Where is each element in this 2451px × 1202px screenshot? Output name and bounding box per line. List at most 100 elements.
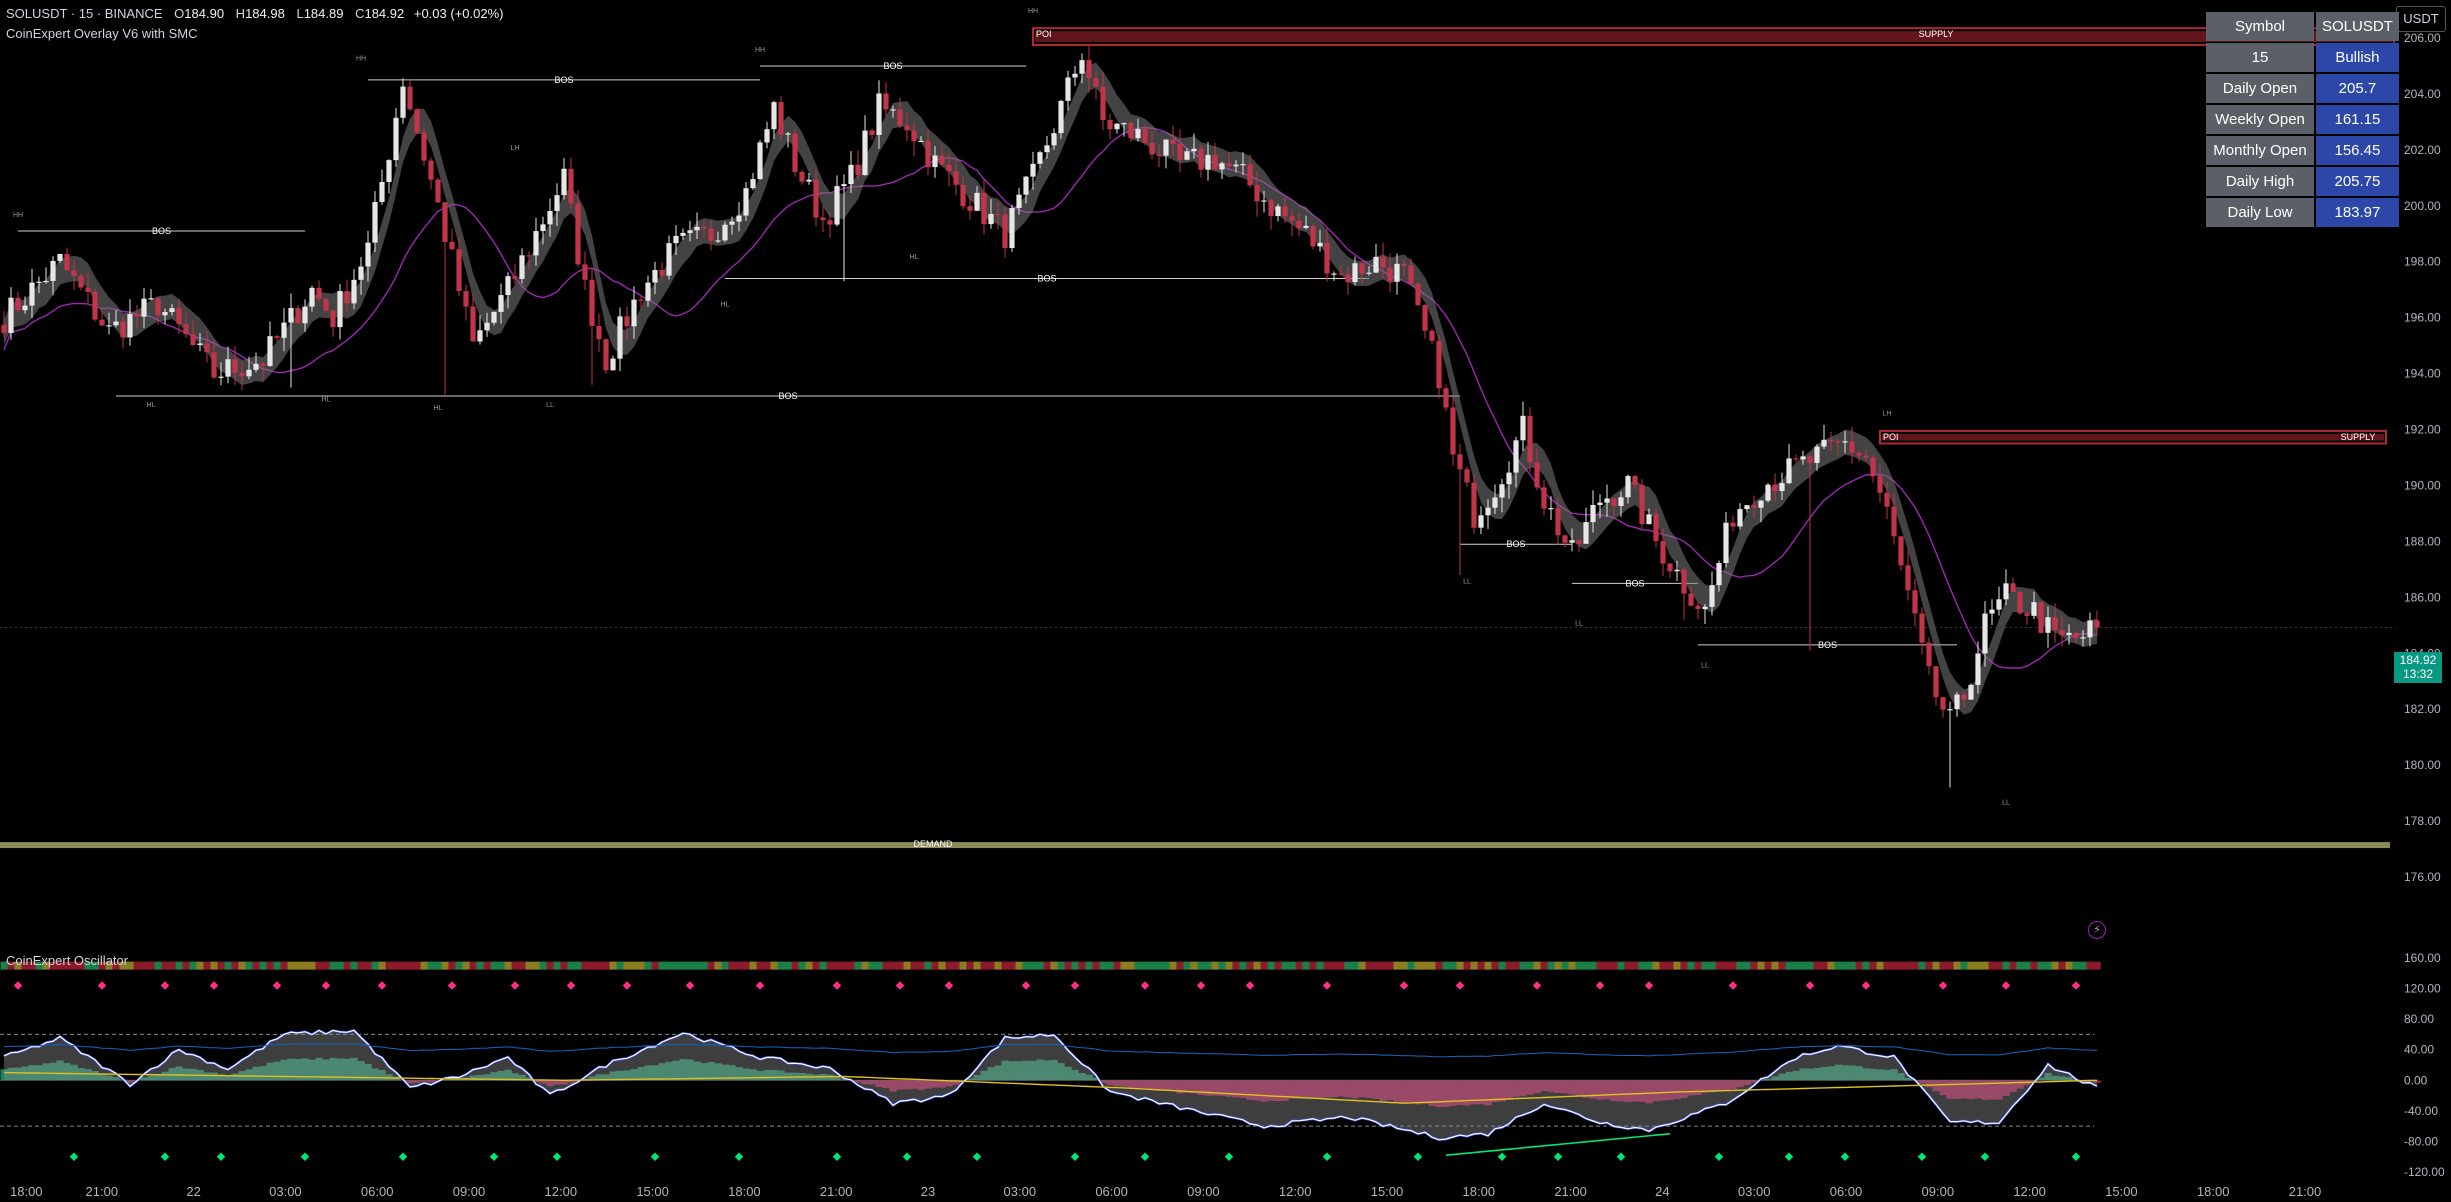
sell-signal-diamond (209, 981, 219, 990)
buy-signal-diamond (1840, 1152, 1850, 1161)
candle-down (1212, 154, 1218, 170)
candle-down (1870, 457, 1876, 477)
trend-state-cell (434, 961, 442, 970)
time-tick-label: 18:00 (10, 1184, 43, 1199)
candle-up (162, 312, 168, 316)
candle-down (428, 160, 434, 180)
candle-up (1968, 684, 1974, 700)
swing-label: HH (1028, 8, 1038, 15)
time-tick-label: 21:00 (2289, 1184, 2322, 1199)
candle-up (1065, 77, 1071, 101)
trend-state-cell (826, 961, 834, 970)
poi-label: POI (1883, 432, 1899, 442)
trend-state-cell (693, 961, 701, 970)
time-tick-label: 22 (186, 1184, 200, 1199)
candle-up (1625, 476, 1631, 498)
trend-state-cell (308, 961, 316, 970)
candle-down (134, 313, 140, 317)
trend-state-cell (1512, 961, 1520, 970)
sell-signal-diamond (447, 981, 457, 990)
trend-state-cell (1176, 961, 1184, 970)
trend-state-cell (2044, 961, 2052, 970)
candle-down (1107, 120, 1113, 130)
bos-label: BOS (778, 391, 797, 401)
swing-label: HL (147, 402, 156, 409)
sell-signal-diamond (1021, 981, 1031, 990)
trend-state-cell (1939, 961, 1947, 970)
trend-state-cell (1267, 961, 1275, 970)
trend-state-cell (1211, 961, 1219, 970)
candle-up (1618, 497, 1624, 506)
buy-signal-diamond (160, 1152, 170, 1161)
trend-state-cell (1190, 961, 1198, 970)
trend-state-cell (525, 961, 533, 970)
candle-up (715, 240, 721, 242)
sell-signal-diamond (1861, 981, 1871, 990)
candle-up (106, 325, 112, 327)
candle-down (946, 164, 952, 172)
candle-up (1744, 505, 1750, 510)
candle-up (806, 179, 812, 182)
candle-down (1527, 415, 1533, 463)
candle-up (1513, 440, 1519, 473)
candle-up (1499, 484, 1505, 498)
low-value: 184.89 (303, 6, 344, 21)
bos-label: BOS (152, 226, 171, 236)
candle-down (260, 363, 266, 366)
trend-state-cell (882, 961, 890, 970)
candle-down (1170, 139, 1176, 144)
candle-down (442, 202, 448, 242)
candle-down (2059, 630, 2065, 636)
trend-state-cell (1015, 961, 1023, 970)
trend-state-cell (1631, 961, 1639, 970)
candle-down (183, 324, 189, 335)
candle-up (1233, 164, 1239, 167)
trend-state-cell (1589, 961, 1597, 970)
time-tick-label: 06:00 (361, 1184, 394, 1199)
trend-state-cell (203, 961, 211, 970)
high-label: H (235, 6, 246, 21)
candle-down (1401, 263, 1407, 266)
trend-state-cell (1862, 961, 1870, 970)
lightning-icon[interactable]: ⚡ (2088, 921, 2106, 939)
candle-down (204, 343, 210, 353)
buy-signal-diamond (1497, 1152, 1507, 1161)
chart-canvas[interactable]: 206.00 204.00 202.00 200.00 198.00 196.00 194.… (0, 0, 2451, 1202)
trend-state-cell (476, 961, 484, 970)
candle-up (1163, 139, 1169, 156)
candle-up (1058, 100, 1064, 134)
candle-down (71, 270, 77, 277)
candle-up (505, 276, 511, 296)
trend-state-cell (266, 961, 274, 970)
trend-state-cell (1477, 961, 1485, 970)
trend-state-cell (1428, 961, 1436, 970)
trend-state-cell (1785, 961, 1793, 970)
candle-up (1114, 123, 1120, 130)
candle-up (1814, 446, 1820, 463)
swing-label: LL (1701, 662, 1709, 669)
candle-down (239, 372, 245, 377)
candle-down (638, 299, 644, 301)
candle-down (1324, 242, 1330, 274)
swing-label: LL (1463, 578, 1471, 585)
trend-state-cell (581, 961, 589, 970)
candle-up (1786, 458, 1792, 484)
candle-down (176, 308, 182, 325)
candle-up (1597, 502, 1603, 505)
candle-down (897, 109, 903, 126)
oscillator-title[interactable]: CoinExpert Oscillator (6, 953, 128, 968)
trend-state-cell (497, 961, 505, 970)
candle-down (407, 86, 413, 110)
currency-button[interactable]: USDT (2396, 6, 2446, 32)
candle-down (92, 291, 98, 320)
candle-up (1261, 200, 1267, 202)
candle-up (379, 182, 385, 203)
overlay-indicator-title[interactable]: CoinExpert Overlay V6 with SMC (6, 26, 197, 41)
demand-label: DEMAND (913, 839, 953, 849)
trend-state-cell (1813, 961, 1821, 970)
trend-state-cell (182, 961, 190, 970)
candle-down (1359, 263, 1365, 274)
candle-up (519, 255, 525, 279)
candle-up (841, 184, 847, 187)
candle-up (1674, 569, 1680, 572)
